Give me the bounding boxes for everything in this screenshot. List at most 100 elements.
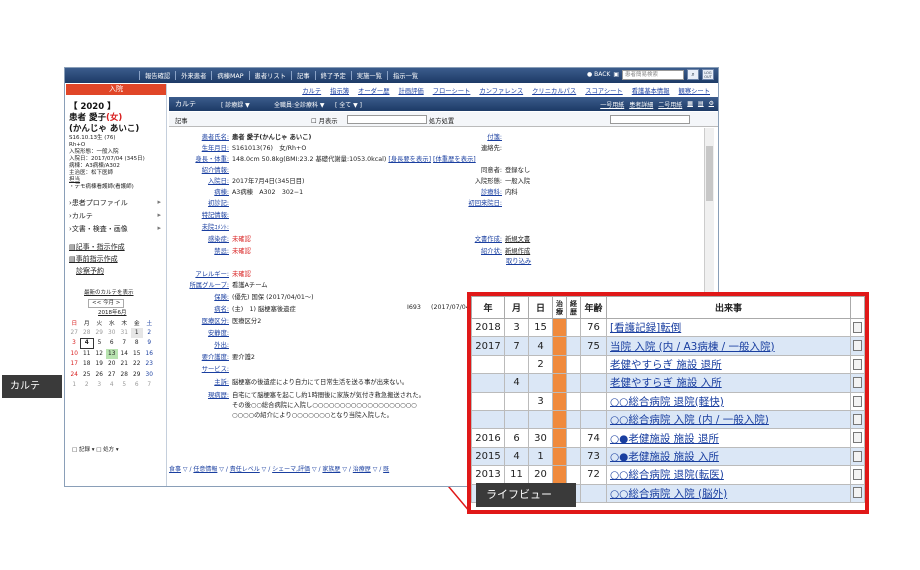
search-icon[interactable]: ⌕ [687,69,699,80]
calendar-day[interactable]: 8 [131,338,144,349]
field-label[interactable]: サービス: [169,364,229,373]
calendar-day[interactable]: 26 [93,370,106,381]
tab-nursing-info[interactable]: 看護基本情報 [632,86,670,96]
calendar-day[interactable]: 21 [118,359,131,370]
calendar-day[interactable]: 29 [93,328,106,339]
record-type-dropdown[interactable]: [ 診療録 ▼ [221,100,250,109]
calendar-day[interactable]: 17 [68,359,81,370]
link-patient-detail[interactable]: 患者詳細 [629,100,653,109]
calendar-day[interactable]: 14 [118,349,131,360]
new-document-link[interactable]: 新規文書 [505,236,530,243]
calendar-day[interactable]: 4 [80,337,94,349]
field-label[interactable]: 所属グループ: [169,280,229,289]
logout-button[interactable]: LOG OUT [702,69,714,80]
calendar-day[interactable]: 28 [118,370,131,381]
event-link[interactable]: 老健やすらぎ 施設 入所 [606,373,851,393]
tab-observation[interactable]: 観察シート [679,86,710,96]
event-link[interactable]: ○●老健施設 施設 退所 [606,428,851,448]
field-label[interactable]: 付箋: [454,132,502,141]
bottom-tab-past[interactable]: 既 [383,466,389,473]
calendar-day[interactable]: 9 [143,338,156,349]
link-form1[interactable]: 一号用紙 [600,100,624,109]
calendar-day[interactable]: 3 [93,380,106,391]
event-link[interactable]: [看護記録]転倒 [606,317,851,338]
field-label[interactable]: 病名: [169,304,229,313]
field-label[interactable]: 禁忌: [169,246,229,255]
calendar-day[interactable]: 2 [81,380,94,391]
menu-item-outpatient[interactable]: 外来患者 [175,71,211,80]
field-label[interactable]: 感染症: [169,234,229,243]
calendar-day[interactable]: 7 [118,338,131,349]
print-icon[interactable]: ▤ [698,100,704,109]
latest-karute-link[interactable]: 最新のカルテを表示 [84,290,134,297]
tab-score-sheet[interactable]: スコアシート [585,86,623,96]
calendar-day[interactable]: 23 [143,359,156,370]
menu-item-order-list[interactable]: 指示一覧 [386,71,423,80]
settings-icon[interactable]: ⚙ [709,100,714,109]
calendar-day[interactable]: 22 [131,359,144,370]
menu-item-report[interactable]: 報告確認 [139,71,175,80]
calendar-day[interactable]: 30 [106,328,119,339]
calendar-day[interactable]: 1 [68,380,81,391]
calendar-day[interactable]: 13 [105,348,118,359]
event-link[interactable]: ○○総合病院 退院(軽快) [606,391,851,411]
patient-search-input[interactable]: 患者簡易検索 [622,69,684,80]
field-label[interactable]: 未院ｺﾒﾝﾄ: [169,222,229,231]
tab-order-book[interactable]: 指示簿 [330,86,349,96]
calendar-day[interactable]: 1 [130,327,143,338]
bottom-tab-family-history[interactable]: 家族歴 [322,466,340,473]
field-label[interactable]: 主訴: [169,377,229,386]
calendar-day[interactable]: 25 [81,370,94,381]
event-link[interactable]: 老健やすらぎ 施設 退所 [606,354,851,375]
document-icon[interactable] [853,377,862,389]
menu-item-article[interactable]: 記事 [291,71,315,80]
document-icon[interactable] [853,358,862,370]
calendar-day[interactable]: 18 [81,359,94,370]
nav-documents[interactable]: ›文書・検査・画像 ▸ [69,224,161,234]
field-label[interactable]: 医療区分: [169,316,229,325]
bottom-tab-treatment-history[interactable]: 治療歴 [353,466,371,473]
document-icon[interactable] [853,321,862,333]
tab-order-history[interactable]: オーダー歴 [358,86,389,96]
scrollbar-thumb[interactable] [706,146,713,201]
rx-select[interactable] [610,115,690,124]
window-icon[interactable]: ▣ [613,71,619,78]
bottom-tab-schema[interactable]: シェーマ,評価 [272,466,310,473]
field-label[interactable]: 紹介状: [454,246,502,255]
menu-item-end-schedule[interactable]: 終了予定 [314,71,351,80]
filter-dropdown[interactable]: [ 全て ▼ ] [335,100,362,109]
field-label[interactable]: 診療科: [454,187,502,196]
calendar-day[interactable]: 10 [68,349,81,360]
calendar-day[interactable]: 15 [131,349,144,360]
calendar-day[interactable]: 6 [106,338,119,349]
field-label[interactable]: アレルギー: [169,269,229,278]
staff-dropdown[interactable]: 全職員:全診療科 ▼ [274,100,325,109]
calendar-day[interactable]: 20 [106,359,119,370]
tab-plan-evaluation[interactable]: 計画評価 [399,86,424,96]
document-icon[interactable] [853,469,862,481]
calendar-day[interactable]: 4 [106,380,119,391]
tab-conference[interactable]: カンファレンス [479,86,523,96]
document-icon[interactable] [853,340,862,352]
document-icon[interactable] [853,450,862,462]
new-referral-link[interactable]: 新規作成 [505,248,530,255]
calendar-day[interactable]: 6 [131,380,144,391]
calendar-day[interactable]: 2 [143,328,156,339]
menu-item-ward-map[interactable]: 病棟MAP [211,71,248,80]
weight-history-link[interactable]: [体重歴を表示] [433,156,476,163]
month-checkbox[interactable]: ☐ 月表示 [311,116,338,125]
bottom-tab-meal[interactable]: 食事 [169,466,181,473]
menu-item-execution-list[interactable]: 実施一覧 [350,71,387,80]
bottom-tab-optional[interactable]: 任意情報 [193,466,217,473]
field-label[interactable]: 要介護度: [169,352,229,361]
calendar-day[interactable]: 5 [118,380,131,391]
calendar-day[interactable]: 12 [93,349,106,360]
link-article-order[interactable]: ▤記事・指示作成 [69,242,125,252]
field-label[interactable]: 保険: [169,292,229,301]
link-form2[interactable]: 二号用紙 [658,100,682,109]
calendar-day[interactable]: 27 [68,328,81,339]
nav-patient-profile[interactable]: ›患者プロファイル ▸ [69,198,161,208]
nav-karute[interactable]: ›カルテ ▸ [69,211,161,221]
field-label[interactable]: 紹介情報: [169,165,229,174]
calendar-day[interactable]: 24 [68,370,81,381]
